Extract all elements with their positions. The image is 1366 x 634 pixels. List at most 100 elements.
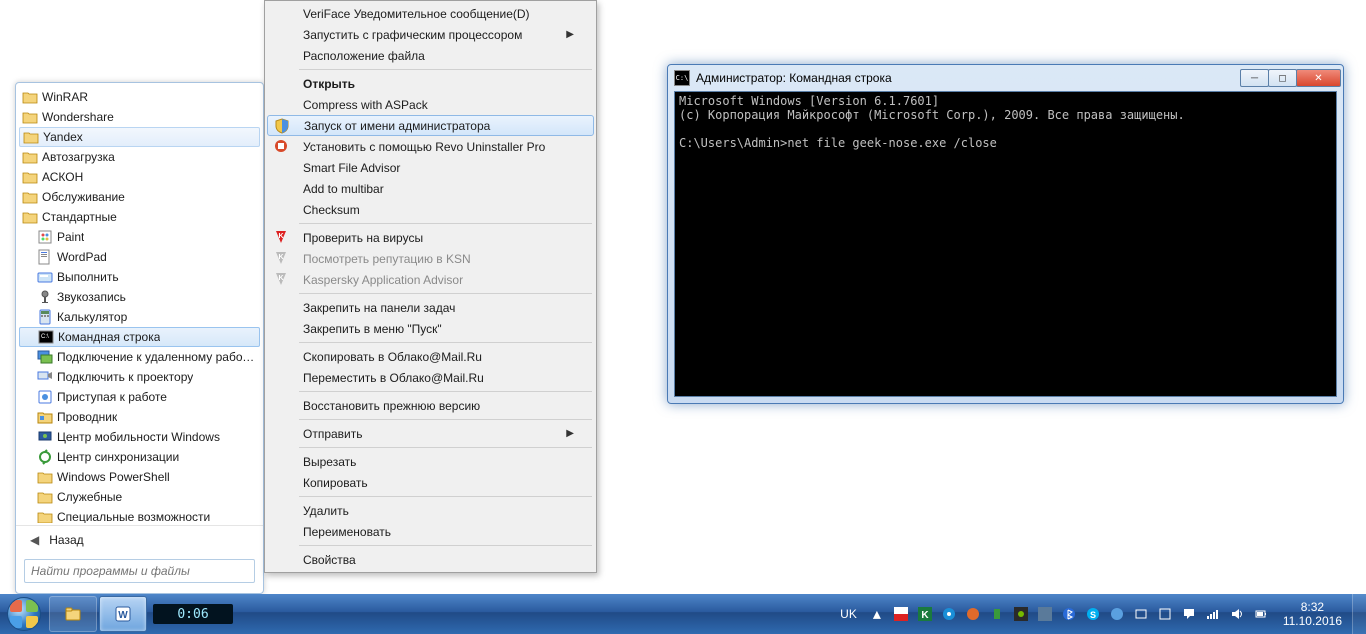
tray-kaspersky-icon[interactable]: K: [916, 605, 934, 623]
cmd-titlebar[interactable]: C:\ Администратор: Командная строка ─ ◻ …: [668, 65, 1343, 91]
kaspersky-gray-icon: K: [273, 271, 289, 287]
ctx-item[interactable]: Запустить с графическим процессором▶: [267, 24, 594, 45]
tray-usb-icon[interactable]: [988, 605, 1006, 623]
start-item-стандартные[interactable]: Стандартные: [19, 207, 260, 227]
cmd-output[interactable]: Microsoft Windows [Version 6.1.7601] (c)…: [674, 91, 1337, 397]
ctx-separator: [299, 391, 592, 392]
ctx-item[interactable]: Checksum: [267, 199, 594, 220]
start-item-windows-powershell[interactable]: Windows PowerShell: [19, 467, 260, 487]
shield-icon: [274, 118, 290, 134]
ctx-item[interactable]: KПроверить на вирусы: [267, 227, 594, 248]
tray-chevron-icon[interactable]: ▴: [868, 605, 886, 623]
ctx-item[interactable]: Переименовать: [267, 521, 594, 542]
start-item-обслуживание[interactable]: Обслуживание: [19, 187, 260, 207]
start-item-winrar[interactable]: WinRAR: [19, 87, 260, 107]
ctx-item[interactable]: Открыть: [267, 73, 594, 94]
start-item-специальные-возможности[interactable]: Специальные возможности: [19, 507, 260, 523]
close-button[interactable]: ✕: [1296, 69, 1341, 87]
taskbar-explorer[interactable]: [49, 596, 97, 632]
ctx-item-label: Расположение файла: [303, 49, 425, 63]
svg-text:C:\: C:\: [41, 334, 49, 340]
folder-icon: [37, 469, 53, 485]
taskbar-clock[interactable]: 8:32 11.10.2016: [1273, 600, 1352, 628]
tray-bluetooth-icon[interactable]: [1060, 605, 1078, 623]
ctx-item[interactable]: Восстановить прежнюю версию: [267, 395, 594, 416]
ctx-item[interactable]: Свойства: [267, 549, 594, 570]
ctx-separator: [299, 419, 592, 420]
tray-network-icon[interactable]: [1204, 605, 1222, 623]
ctx-item-label: Переместить в Облако@Mail.Ru: [303, 371, 484, 385]
taskbar-word[interactable]: W: [99, 596, 147, 632]
start-item-подключение-к-удаленному-рабочему[interactable]: Подключение к удаленному рабочему: [19, 347, 260, 367]
ctx-item[interactable]: Вырезать: [267, 451, 594, 472]
start-item-wordpad[interactable]: WordPad: [19, 247, 260, 267]
folder-icon: [22, 149, 38, 165]
tray-app-icon-2[interactable]: [1036, 605, 1054, 623]
tray-power-icon[interactable]: [1252, 605, 1270, 623]
start-item-label: Wondershare: [42, 110, 114, 124]
start-item-label: Проводник: [57, 410, 117, 424]
ctx-item[interactable]: VeriFace Уведомительное сообщение(D): [267, 3, 594, 24]
taskbar-timer[interactable]: 0:06: [149, 596, 233, 632]
tray-app-icon-3[interactable]: [1108, 605, 1126, 623]
start-item-paint[interactable]: Paint: [19, 227, 260, 247]
ctx-item[interactable]: Закрепить в меню "Пуск": [267, 318, 594, 339]
ctx-item[interactable]: Отправить▶: [267, 423, 594, 444]
start-menu-back[interactable]: ◀ Назад: [16, 525, 263, 553]
tray-action-center-icon[interactable]: [1180, 605, 1198, 623]
kaspersky-gray-icon: K: [273, 250, 289, 266]
ctx-item[interactable]: Удалить: [267, 500, 594, 521]
tray-skype-icon[interactable]: S: [1084, 605, 1102, 623]
minimize-button[interactable]: ─: [1240, 69, 1269, 87]
start-item-подключить-к-проектору[interactable]: Подключить к проектору: [19, 367, 260, 387]
ctx-item-label: Compress with ASPack: [303, 98, 428, 112]
timer-display: 0:06: [153, 604, 233, 624]
ctx-item-label: Отправить: [303, 427, 363, 441]
start-item-центр-синхронизации[interactable]: Центр синхронизации: [19, 447, 260, 467]
ctx-item[interactable]: Расположение файла: [267, 45, 594, 66]
start-item-звукозапись[interactable]: Звукозапись: [19, 287, 260, 307]
ctx-item[interactable]: Закрепить на панели задач: [267, 297, 594, 318]
window-controls: ─ ◻ ✕: [1241, 69, 1343, 87]
ctx-item[interactable]: Add to multibar: [267, 178, 594, 199]
maximize-button[interactable]: ◻: [1268, 69, 1297, 87]
start-button[interactable]: [0, 594, 48, 634]
ctx-item-label: Закрепить в меню "Пуск": [303, 322, 442, 336]
explorer-icon: [37, 409, 53, 425]
start-item-центр-мобильности-windows[interactable]: Центр мобильности Windows: [19, 427, 260, 447]
start-item-label: Приступая к работе: [57, 390, 167, 404]
ctx-item[interactable]: Запуск от имени администратора: [267, 115, 594, 136]
tray-nvidia-icon[interactable]: [1012, 605, 1030, 623]
ctx-item[interactable]: Копировать: [267, 472, 594, 493]
start-item-wondershare[interactable]: Wondershare: [19, 107, 260, 127]
ctx-item[interactable]: Скопировать в Облако@Mail.Ru: [267, 346, 594, 367]
ctx-item-label: Открыть: [303, 77, 355, 91]
start-item-проводник[interactable]: Проводник: [19, 407, 260, 427]
language-indicator[interactable]: UK: [832, 607, 865, 621]
start-item-приступая-к-работе[interactable]: Приступая к работе: [19, 387, 260, 407]
tray-app-icon-4[interactable]: [1132, 605, 1150, 623]
start-item-автозагрузка[interactable]: Автозагрузка: [19, 147, 260, 167]
start-item-выполнить[interactable]: Выполнить: [19, 267, 260, 287]
tray-app-icon-1[interactable]: [964, 605, 982, 623]
start-item-yandex[interactable]: Yandex: [19, 127, 260, 147]
start-item-командная-строка[interactable]: C:\Командная строка: [19, 327, 260, 347]
start-item-label: Подключить к проектору: [57, 370, 193, 384]
ctx-item[interactable]: Smart File Advisor: [267, 157, 594, 178]
start-search-box[interactable]: [24, 559, 255, 583]
ctx-item[interactable]: Compress with ASPack: [267, 94, 594, 115]
tray-volume-icon[interactable]: [1228, 605, 1246, 623]
tray-app-icon-5[interactable]: [1156, 605, 1174, 623]
ctx-item-label: Скопировать в Облако@Mail.Ru: [303, 350, 482, 364]
folder-icon: [37, 489, 53, 505]
show-desktop-button[interactable]: [1352, 594, 1366, 634]
ctx-item[interactable]: Переместить в Облако@Mail.Ru: [267, 367, 594, 388]
tray-teamviewer-icon[interactable]: [940, 605, 958, 623]
start-item-калькулятор[interactable]: Калькулятор: [19, 307, 260, 327]
start-search-input[interactable]: [31, 564, 248, 578]
start-item-аскон[interactable]: АСКОН: [19, 167, 260, 187]
tray-flag-icon[interactable]: [892, 605, 910, 623]
start-item-служебные[interactable]: Служебные: [19, 487, 260, 507]
ctx-item[interactable]: Установить с помощью Revo Uninstaller Pr…: [267, 136, 594, 157]
start-item-label: АСКОН: [42, 170, 83, 184]
